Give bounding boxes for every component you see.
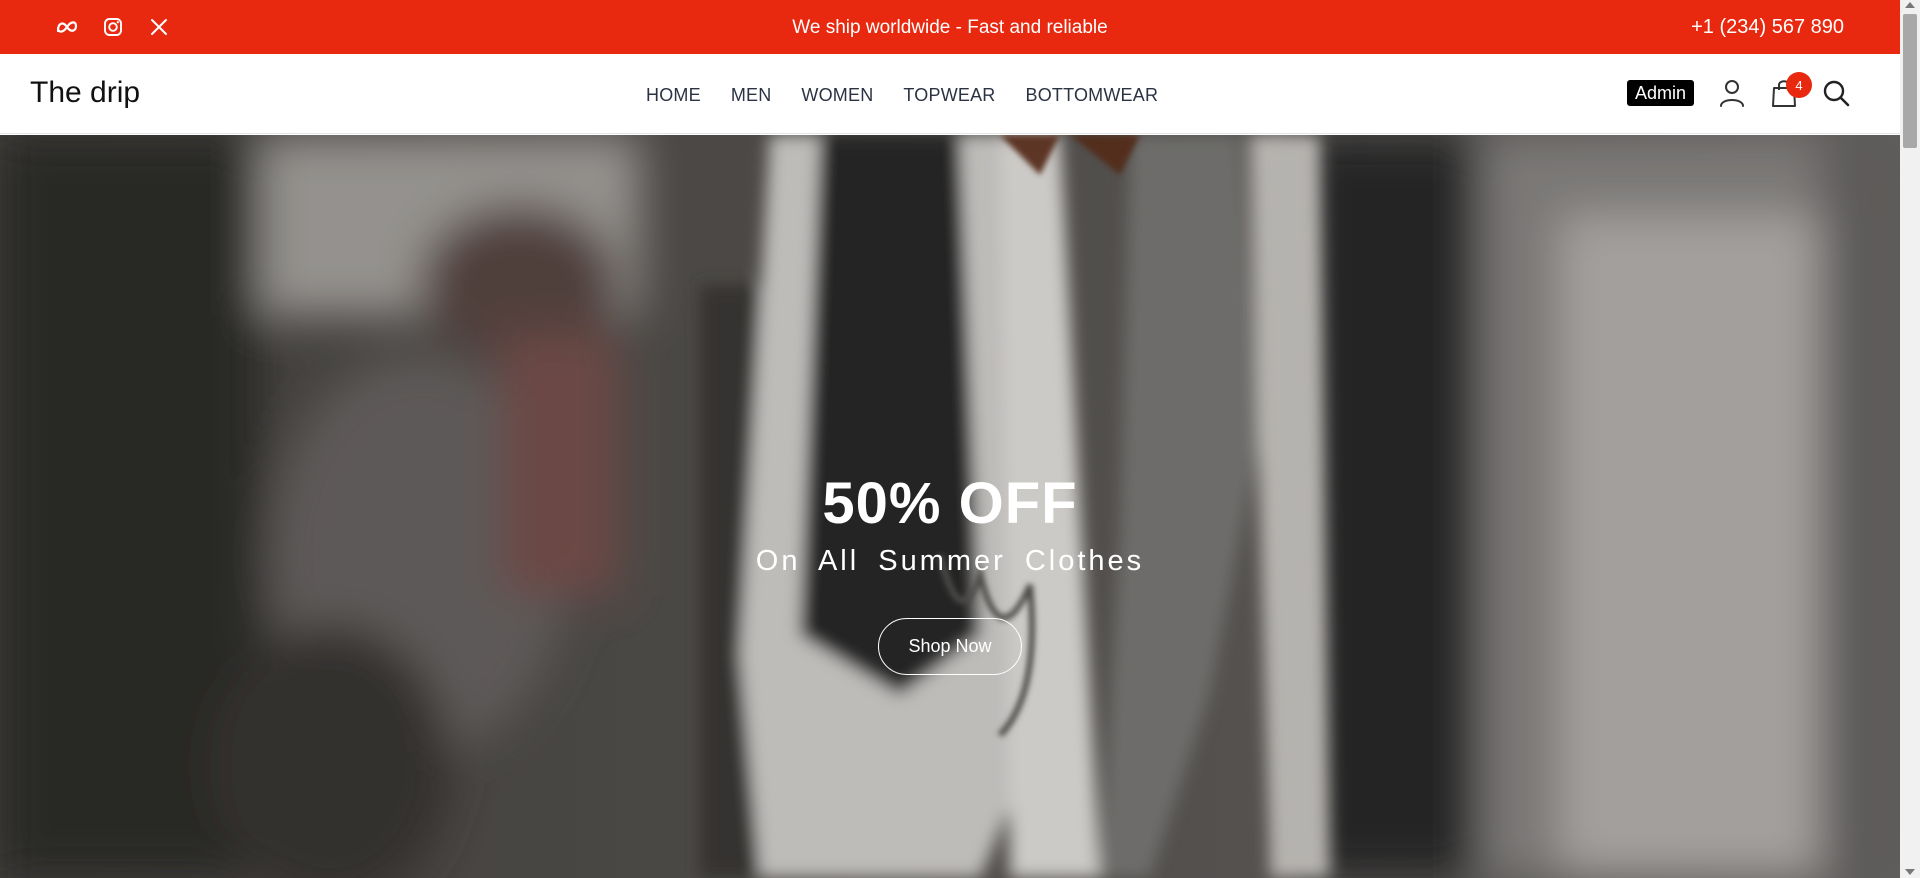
nav-actions: Admin 4 [1626, 72, 1850, 108]
page-scrollbar[interactable] [1900, 0, 1920, 878]
nav-link-women[interactable]: WOMEN [801, 85, 873, 106]
scrollbar-thumb[interactable] [1903, 14, 1917, 148]
scroll-down-arrow-icon[interactable] [1905, 869, 1915, 875]
cart-count-badge: 4 [1786, 72, 1812, 98]
shop-now-button[interactable]: Shop Now [878, 618, 1022, 675]
shipping-message: We ship worldwide - Fast and reliable [792, 17, 1108, 38]
admin-button[interactable]: Admin [1626, 80, 1694, 106]
scroll-up-arrow-icon[interactable] [1905, 2, 1915, 8]
search-icon[interactable] [1822, 78, 1850, 108]
user-icon[interactable] [1718, 78, 1746, 108]
phone-number[interactable]: +1 (234) 567 890 [1691, 16, 1844, 39]
announcement-bar: We ship worldwide - Fast and reliable +1… [0, 0, 1900, 54]
nav-link-home[interactable]: HOME [646, 85, 701, 106]
hero-banner: 50% OFF On All Summer Clothes Shop Now [0, 135, 1900, 878]
nav-link-men[interactable]: MEN [731, 85, 772, 106]
hero-subtitle: On All Summer Clothes [755, 545, 1145, 577]
nav-link-topwear[interactable]: TOPWEAR [903, 85, 995, 106]
hero-title: 50% OFF [822, 471, 1078, 536]
nav-link-bottomwear[interactable]: BOTTOMWEAR [1026, 85, 1159, 106]
shopping-bag-icon[interactable]: 4 [1770, 72, 1812, 108]
nav-links: HOME MEN WOMEN TOPWEAR BOTTOMWEAR [646, 85, 1158, 106]
hero-content: 50% OFF On All Summer Clothes Shop Now [0, 470, 1900, 675]
main-navbar: The drip HOME MEN WOMEN TOPWEAR BOTTOMWE… [0, 54, 1900, 134]
site-logo[interactable]: The drip [30, 76, 140, 110]
